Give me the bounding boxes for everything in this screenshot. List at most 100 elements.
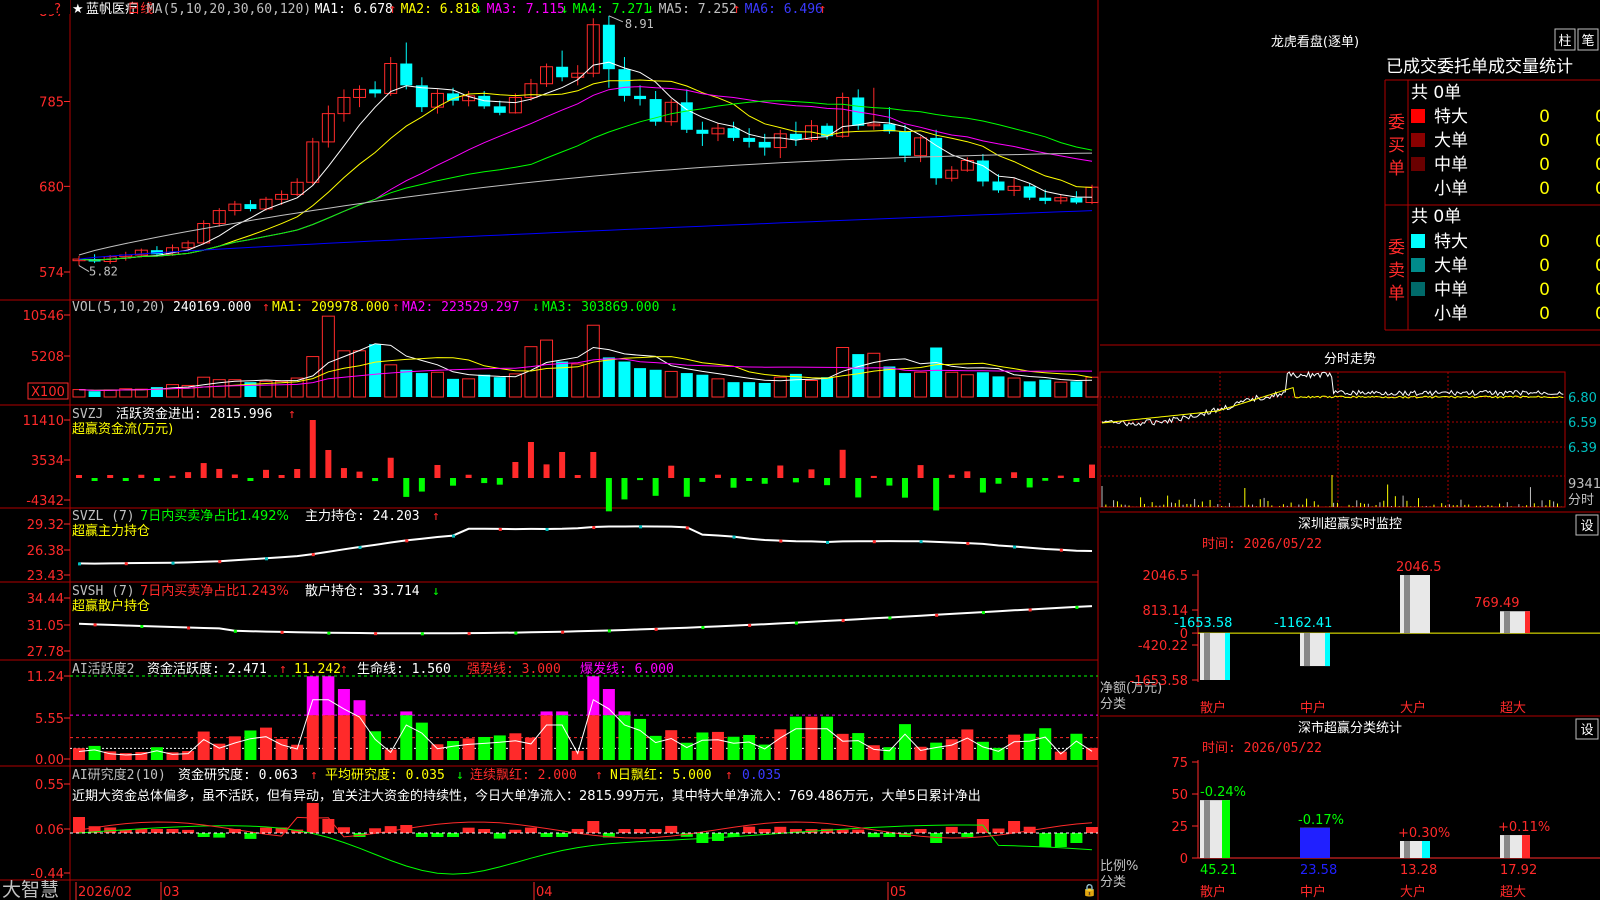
flow-bar-in — [278, 475, 285, 478]
sell-side-label: 卖 — [1388, 261, 1405, 281]
flow-bar-in — [340, 468, 347, 478]
arrow: ↓ — [432, 584, 440, 599]
flow-bar-out — [450, 478, 457, 486]
zhu-button-label[interactable]: 柱 — [1558, 34, 1571, 49]
svsh-label: SVSH (7) — [72, 584, 135, 599]
sz-value-label: 769.49 — [1474, 596, 1520, 611]
ai1-b: 11.242 — [294, 662, 341, 677]
flow-bar-out — [699, 478, 706, 482]
chart-canvas[interactable]: 8.915.82897785680574?★蓝帆医疗日线MA(5,10,20,3… — [0, 0, 1600, 900]
sell-color-swatch — [1411, 282, 1425, 296]
lock-icon[interactable]: 🔒 — [1082, 883, 1097, 897]
activity-bar-green — [821, 716, 834, 760]
sell-color-swatch — [1411, 234, 1425, 248]
fl-settings-label[interactable]: 设 — [1580, 723, 1593, 738]
star-icon[interactable]: ★ — [72, 2, 84, 17]
svzl-pct: 7日内买卖净占比1.492% — [140, 508, 289, 524]
research-bar-red — [73, 817, 85, 833]
low-marker — [78, 265, 90, 272]
bi-button-label[interactable]: 笔 — [1581, 33, 1594, 49]
activity-bar-green — [556, 715, 569, 760]
candle-down — [493, 106, 506, 113]
fl-bar-edge — [1522, 835, 1530, 858]
ma-legend-4: MA4: 7.271 — [573, 2, 651, 17]
activity-bar-green — [883, 747, 896, 760]
research-bar-red — [260, 827, 273, 833]
flow-bar-in — [263, 469, 270, 478]
activity-bar-red — [182, 751, 195, 760]
activity-bar-green — [602, 715, 615, 760]
sz-value-label: -1162.41 — [1274, 616, 1332, 631]
svsh-hold: 散户持仓: 33.714 — [305, 583, 420, 599]
activity-bar-green — [493, 735, 506, 760]
holding-dot — [1013, 545, 1017, 549]
volume-bar-down — [758, 382, 771, 397]
fl-cat-label: 分类 — [1100, 875, 1126, 890]
help-icon[interactable]: ? — [54, 2, 61, 17]
candle-down — [743, 137, 756, 142]
volume-bar-down — [680, 373, 693, 397]
sz-axis-label: 2046.5 — [1143, 569, 1189, 584]
ma-arrow: ↑ — [819, 2, 827, 17]
activity-bar-green — [369, 731, 382, 760]
holding-dot — [358, 545, 362, 549]
research-bar-green — [1054, 833, 1067, 847]
activity-bar-green — [743, 734, 756, 760]
svzl-axis-label: 26.38 — [27, 544, 64, 559]
ma-legend-1: MA1: 6.678 — [315, 2, 393, 17]
activity-bar-red — [306, 715, 319, 760]
price-axis-label: 680 — [39, 180, 64, 195]
candle-down — [696, 129, 709, 134]
flow-bar-in — [1011, 472, 1018, 478]
research-bar-green — [415, 833, 428, 837]
flow-bar-out — [1073, 478, 1080, 482]
holding-dot — [732, 535, 736, 539]
sz-bar-edge — [1325, 633, 1330, 667]
ai1-axis-label: 0.00 — [35, 753, 64, 768]
ai1-a: 资金活跃度: 2.471 — [147, 661, 267, 677]
ma-params: MA(5,10,20,30,60,120) — [147, 2, 311, 17]
holding-dot — [452, 534, 456, 538]
svsh-axis-label: 27.78 — [27, 645, 64, 660]
svzj-sub: 超赢资金流(万元) — [72, 421, 173, 437]
arrow: ↓ — [670, 300, 678, 315]
activity-bar-green — [415, 722, 428, 760]
flow-bar-in — [294, 469, 301, 478]
fl-category-label: 中户 — [1300, 884, 1326, 900]
flow-bar-in — [808, 469, 815, 478]
activity-bar-red — [291, 744, 304, 760]
flow-bar-in — [107, 475, 114, 478]
activity-bar-green — [478, 736, 491, 760]
activity-bar-red — [774, 729, 787, 760]
vol-ma2: MA2: 223529.297 — [402, 300, 519, 315]
research-bar-red — [478, 829, 491, 833]
fl-axis-label: 50 — [1171, 788, 1188, 803]
sz-settings-label[interactable]: 设 — [1580, 519, 1593, 534]
volume-bar-down — [976, 372, 989, 397]
volume-bar-down — [369, 344, 382, 397]
buy-row-pct: 0% — [1595, 179, 1600, 199]
activity-bar-green — [244, 730, 257, 760]
svzj-value: 活跃资金进出: 2815.996 — [116, 406, 272, 422]
fl-category-label: 超大 — [1500, 885, 1526, 900]
sell-row-count: 0 — [1539, 304, 1550, 324]
volume-bar-down — [602, 357, 615, 397]
volume-bar-up — [508, 373, 522, 398]
flow-bar-in — [138, 474, 145, 478]
holding-dot — [374, 632, 378, 636]
activity-bar-red — [805, 716, 818, 760]
activity-bar-red — [337, 715, 350, 760]
candle-down — [976, 160, 989, 182]
activity-bar-burst — [400, 711, 413, 716]
fl-category-label: 散户 — [1200, 884, 1226, 900]
candle-down — [992, 181, 1005, 191]
volume-bar-up — [711, 378, 725, 398]
activity-bar-red — [353, 715, 366, 760]
research-bar-red — [322, 819, 335, 833]
ai2-b: 平均研究度: 0.035 — [325, 767, 445, 783]
holding-dot — [794, 621, 798, 625]
fl-bar — [1300, 827, 1330, 858]
fl-axis-label: 25 — [1171, 820, 1188, 835]
holding-dot — [1059, 548, 1063, 552]
research-bar-red — [150, 829, 163, 833]
